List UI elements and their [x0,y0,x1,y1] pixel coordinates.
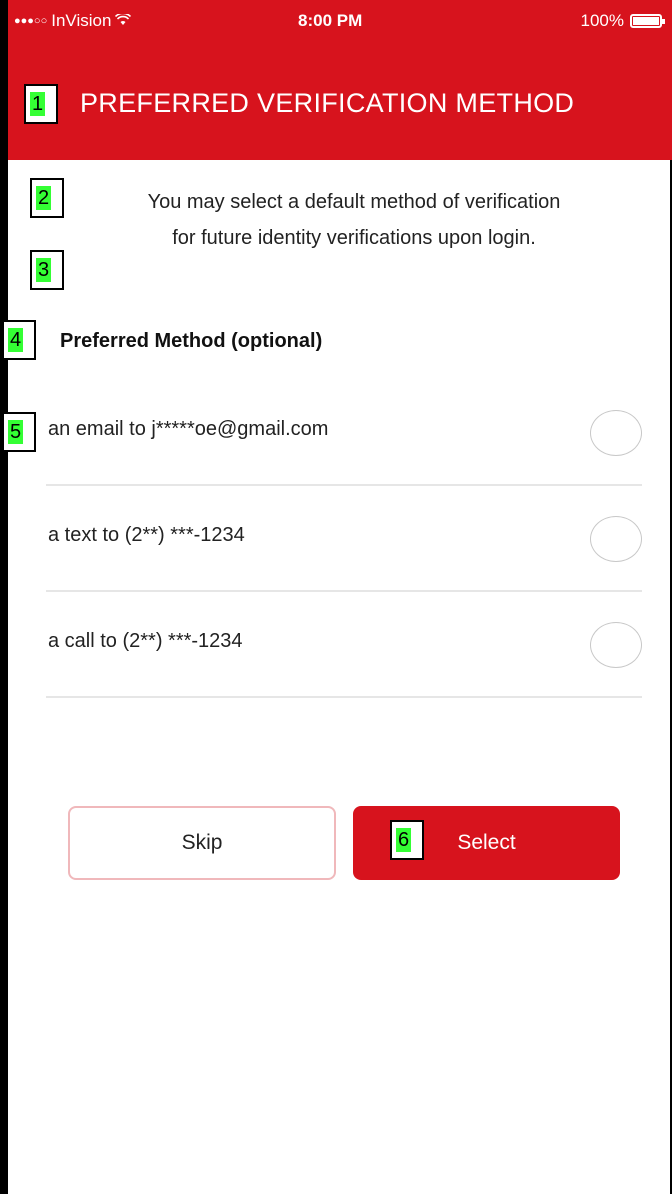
option-label: an email to j*****oe@gmail.com [48,418,329,440]
annotation-number: 6 [396,828,412,852]
option-email[interactable]: an email to j*****oe@gmail.com [46,380,642,486]
status-left: ●●●○○ InVision [14,11,132,31]
status-bar: ●●●○○ InVision 8:00 PM 100% [8,0,672,40]
annotation-marker-3: 3 [30,250,64,290]
description-text: You may select a default method of verif… [44,184,664,256]
annotation-marker-4: 4 [2,320,36,360]
option-label: a call to (2**) ***-1234 [48,630,243,652]
device-frame-left [0,0,8,1194]
annotation-marker-5: 5 [2,412,36,452]
radio-button-email[interactable] [590,410,642,456]
header-bar: ●●●○○ InVision 8:00 PM 100% PREFERRED VE… [8,0,672,160]
option-label: a text to (2**) ***-1234 [48,524,245,546]
description-line: for future identity verifications upon l… [172,227,536,249]
page-title: PREFERRED VERIFICATION METHOD [80,88,575,118]
annotation-marker-1: 1 [24,84,58,124]
status-time: 8:00 PM [298,11,363,30]
battery-percent: 100% [580,11,624,30]
battery-icon [630,14,665,28]
annotation-number: 3 [36,258,52,282]
annotation-number: 4 [8,328,24,352]
annotation-number: 5 [8,420,24,444]
skip-button[interactable]: Skip [68,806,336,880]
description-line: You may select a default method of verif… [147,191,561,213]
option-call[interactable]: a call to (2**) ***-1234 [46,592,642,698]
option-text[interactable]: a text to (2**) ***-1234 [46,486,642,592]
phone-screen: ●●●○○ InVision 8:00 PM 100% PREFERRED VE… [0,0,672,1194]
status-right: 100% [580,11,665,31]
signal-strength-icon: ●●●○○ [14,15,48,27]
radio-button-text[interactable] [590,516,642,562]
annotation-number: 1 [30,92,46,116]
radio-button-call[interactable] [590,622,642,668]
wifi-icon [115,11,132,31]
annotation-marker-6: 6 [390,820,424,860]
preferred-method-label: Preferred Method (optional) [60,330,323,352]
carrier-label: InVision [51,11,112,30]
